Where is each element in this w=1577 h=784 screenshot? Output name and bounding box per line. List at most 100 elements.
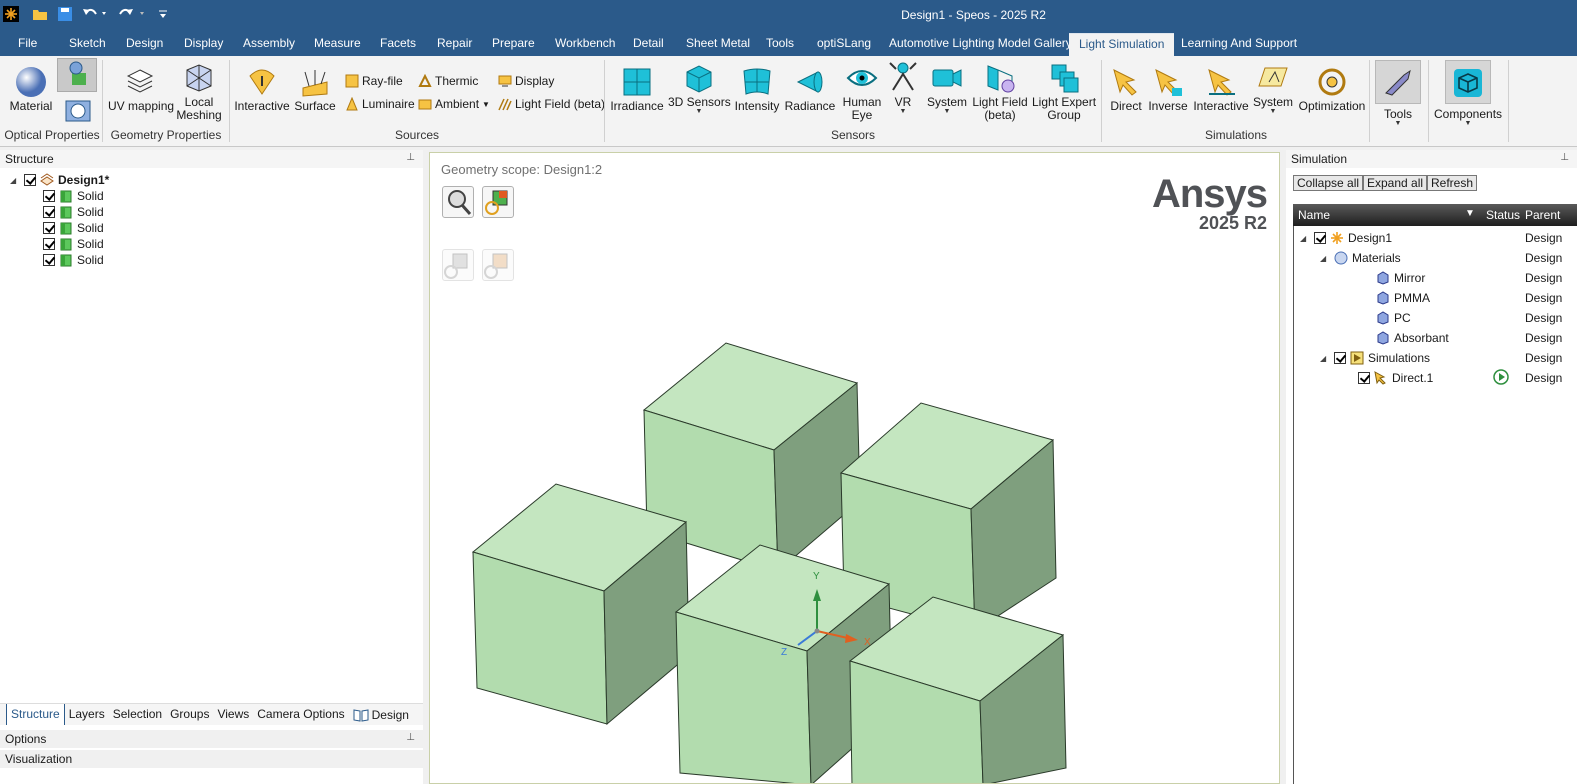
- tab-design[interactable]: Design: [126, 36, 163, 50]
- sim-node-material[interactable]: PC: [1376, 310, 1411, 326]
- thermic-source-button[interactable]: Thermic: [418, 74, 478, 88]
- sim-node-material[interactable]: PMMA: [1376, 290, 1430, 306]
- system-simulation-button[interactable]: System ▼: [1252, 62, 1294, 115]
- inverse-simulation-button[interactable]: Inverse: [1146, 66, 1190, 113]
- tab-light-simulation[interactable]: Light Simulation: [1069, 33, 1175, 56]
- options-panel-header[interactable]: Options ⊥: [0, 730, 423, 748]
- tree-node-solid[interactable]: Solid: [43, 204, 104, 220]
- chevron-down-icon[interactable]: ▼: [1373, 120, 1423, 127]
- rayfile-source-button[interactable]: Ray-file: [345, 74, 403, 88]
- tab-prepare[interactable]: Prepare: [492, 36, 535, 50]
- chevron-down-icon[interactable]: ▼: [1434, 120, 1502, 127]
- visibility-checkbox[interactable]: [43, 222, 55, 234]
- light-expert-group-button[interactable]: Light Expert Group: [1032, 62, 1096, 122]
- solid-cube-left[interactable]: [471, 483, 690, 726]
- optimization-button[interactable]: Optimization: [1298, 66, 1366, 113]
- tab-optislang[interactable]: optiSLang: [817, 36, 871, 50]
- pin-icon[interactable]: ⊥: [1560, 152, 1569, 163]
- visibility-checkbox[interactable]: [1334, 352, 1346, 364]
- tab-tools[interactable]: Tools: [766, 36, 794, 50]
- collapse-icon[interactable]: ◢: [1320, 354, 1330, 363]
- visibility-checkbox[interactable]: [43, 206, 55, 218]
- light-field-sensor-button[interactable]: Light Field (beta): [972, 62, 1028, 122]
- uv-mapping-button[interactable]: UV mapping: [108, 66, 174, 113]
- filter-icon[interactable]: ▼: [1465, 208, 1475, 219]
- chevron-down-icon[interactable]: ▼: [926, 108, 968, 115]
- tab-selection[interactable]: Selection: [109, 704, 166, 725]
- light-field-source-button[interactable]: Light Field (beta): [498, 97, 605, 111]
- tab-design[interactable]: Design: [349, 704, 413, 725]
- chevron-down-icon[interactable]: ▼: [668, 108, 730, 115]
- tab-repair[interactable]: Repair: [437, 36, 472, 50]
- material-assign-button[interactable]: [57, 58, 97, 92]
- tab-automotive-lighting[interactable]: Automotive Lighting Model Gallery: [889, 36, 1072, 50]
- sim-node-direct[interactable]: Direct.1: [1358, 370, 1433, 386]
- column-parent[interactable]: Parent: [1525, 208, 1560, 222]
- chevron-down-icon[interactable]: ▼: [482, 100, 490, 109]
- components-button[interactable]: Components ▼: [1434, 60, 1502, 127]
- ambient-source-button[interactable]: Ambient ▼: [418, 97, 490, 111]
- 3d-sensors-button[interactable]: 3D Sensors ▼: [668, 62, 731, 115]
- visibility-checkbox[interactable]: [43, 238, 55, 250]
- interactive-simulation-button[interactable]: Interactive: [1192, 66, 1250, 113]
- tree-node-solid[interactable]: Solid: [43, 236, 104, 252]
- tree-node-solid[interactable]: Solid: [43, 220, 104, 236]
- tab-sketch[interactable]: Sketch: [69, 36, 106, 50]
- tab-facets[interactable]: Facets: [380, 36, 416, 50]
- tab-file[interactable]: File: [18, 36, 37, 50]
- column-status[interactable]: Status: [1486, 208, 1520, 222]
- chevron-down-icon[interactable]: ▼: [1252, 108, 1294, 115]
- pin-icon[interactable]: ⊥: [406, 732, 415, 743]
- tab-display[interactable]: Display: [184, 36, 223, 50]
- tab-detail[interactable]: Detail: [633, 36, 664, 50]
- tree-node-solid[interactable]: Solid: [43, 188, 104, 204]
- sim-node-material[interactable]: Mirror: [1376, 270, 1425, 286]
- tab-workbench[interactable]: Workbench: [555, 36, 615, 50]
- tab-learning-support[interactable]: Learning And Support: [1181, 36, 1297, 50]
- expand-all-button[interactable]: Expand all: [1363, 175, 1428, 191]
- display-source-button[interactable]: Display: [498, 74, 554, 88]
- material-library-button[interactable]: [62, 97, 94, 125]
- visibility-checkbox[interactable]: [43, 254, 55, 266]
- visibility-checkbox[interactable]: [1358, 372, 1370, 384]
- sim-node-material[interactable]: Absorbant: [1376, 330, 1449, 346]
- refresh-button[interactable]: Refresh: [1427, 175, 1478, 191]
- irradiance-sensor-button[interactable]: Irradiance: [610, 66, 664, 113]
- run-status-icon[interactable]: [1493, 369, 1509, 385]
- collapse-icon[interactable]: ◢: [10, 176, 20, 185]
- intensity-sensor-button[interactable]: Intensity: [734, 66, 780, 113]
- direct-simulation-button[interactable]: Direct: [1106, 66, 1146, 113]
- human-eye-sensor-button[interactable]: Human Eye: [840, 62, 884, 122]
- sim-node-materials[interactable]: ◢ Materials: [1320, 250, 1401, 266]
- local-meshing-button[interactable]: Local Meshing: [176, 62, 222, 122]
- tab-camera-options[interactable]: Camera Options: [253, 704, 348, 725]
- tools-button[interactable]: Tools ▼: [1373, 60, 1423, 127]
- visibility-checkbox[interactable]: [43, 190, 55, 202]
- tab-structure[interactable]: Structure: [6, 704, 65, 725]
- collapse-icon[interactable]: ◢: [1300, 234, 1310, 243]
- tab-layers[interactable]: Layers: [65, 704, 109, 725]
- vr-sensor-button[interactable]: VR ▼: [886, 60, 920, 115]
- visibility-checkbox[interactable]: [24, 174, 36, 186]
- tab-sheet-metal[interactable]: Sheet Metal: [686, 36, 750, 50]
- interactive-source-button[interactable]: Interactive: [234, 66, 290, 113]
- system-sensor-button[interactable]: System ▼: [926, 62, 968, 115]
- collapse-all-button[interactable]: Collapse all: [1293, 175, 1364, 191]
- visualization-panel-header[interactable]: Visualization: [0, 750, 423, 768]
- tab-measure[interactable]: Measure: [314, 36, 361, 50]
- tab-groups[interactable]: Groups: [166, 704, 213, 725]
- tab-assembly[interactable]: Assembly: [243, 36, 295, 50]
- column-name[interactable]: Name: [1298, 208, 1330, 222]
- sim-node-design1[interactable]: ◢ Design1: [1300, 230, 1392, 246]
- luminaire-source-button[interactable]: Luminaire: [345, 97, 415, 111]
- radiance-sensor-button[interactable]: Radiance: [784, 66, 836, 113]
- chevron-down-icon[interactable]: ▼: [886, 108, 920, 115]
- pin-icon[interactable]: ⊥: [406, 152, 415, 163]
- tree-node-solid[interactable]: Solid: [43, 252, 104, 268]
- 3d-viewport[interactable]: Geometry scope: Design1:2 Ansys 2025 R2: [429, 152, 1280, 784]
- visibility-checkbox[interactable]: [1314, 232, 1326, 244]
- sim-node-simulations[interactable]: ◢ Simulations: [1320, 350, 1430, 366]
- tree-node-design[interactable]: ◢ Design1*: [10, 172, 109, 188]
- collapse-icon[interactable]: ◢: [1320, 254, 1330, 263]
- surface-source-button[interactable]: Surface: [294, 66, 336, 113]
